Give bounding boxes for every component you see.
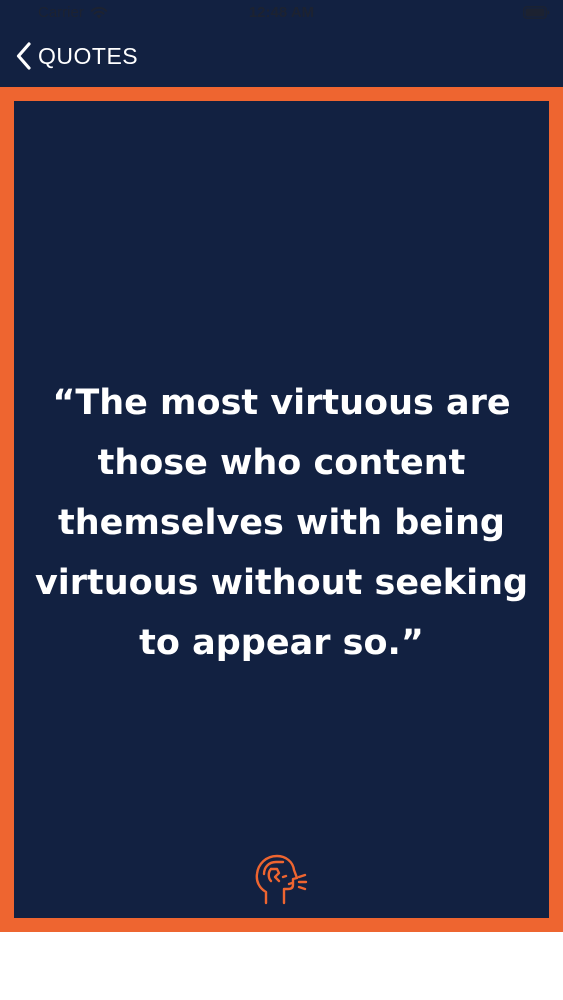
quote-card-frame: “The most virtuous are those who content… [0, 87, 563, 932]
battery-icon [523, 6, 550, 19]
back-button-label: QUOTES [38, 42, 139, 69]
status-time: 12:48 AM [248, 4, 315, 21]
status-bar: Carrier 12:48 AM [0, 0, 563, 28]
quote-card: “The most virtuous are those who content… [14, 101, 549, 918]
back-button[interactable]: QUOTES [16, 42, 138, 70]
chevron-left-icon [16, 42, 31, 70]
speaking-head-icon [255, 854, 308, 905]
quote-text: “The most virtuous are those who content… [34, 383, 529, 663]
navigation-header: Carrier 12:48 AM QUOTES [0, 0, 563, 87]
